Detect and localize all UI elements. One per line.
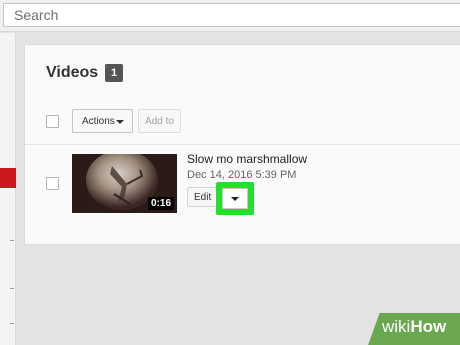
sidebar-item-active[interactable] <box>0 168 16 188</box>
video-checkbox[interactable] <box>46 177 59 190</box>
chevron-down-icon <box>231 197 239 201</box>
add-to-button[interactable]: Add to <box>138 109 181 133</box>
divider <box>25 144 460 145</box>
left-sidebar <box>0 33 16 345</box>
actions-label: Actions <box>82 116 115 127</box>
video-count-badge: 1 <box>105 64 123 82</box>
search-input[interactable]: Search <box>3 3 460 27</box>
videos-panel: Videos 1 Actions Add to 0:16 Slow mo mar… <box>24 44 460 245</box>
chevron-down-icon <box>116 120 124 124</box>
sidebar-tick <box>10 323 14 324</box>
select-all-checkbox[interactable] <box>46 115 59 128</box>
actions-button[interactable]: Actions <box>72 109 133 133</box>
sidebar-tick <box>10 288 14 289</box>
video-thumbnail[interactable]: 0:16 <box>72 154 177 213</box>
section-title: Videos <box>46 64 99 81</box>
edit-dropdown-button-highlighted[interactable] <box>216 182 254 215</box>
video-date: Dec 14, 2016 5:39 PM <box>187 169 297 181</box>
sidebar-tick <box>10 240 14 241</box>
dropdown-toggle[interactable] <box>222 188 248 209</box>
video-title[interactable]: Slow mo marshmallow <box>187 152 307 166</box>
top-bar: Search <box>0 0 460 32</box>
watermark-logo: wikiHow <box>382 317 447 336</box>
duration-badge: 0:16 <box>147 197 174 210</box>
